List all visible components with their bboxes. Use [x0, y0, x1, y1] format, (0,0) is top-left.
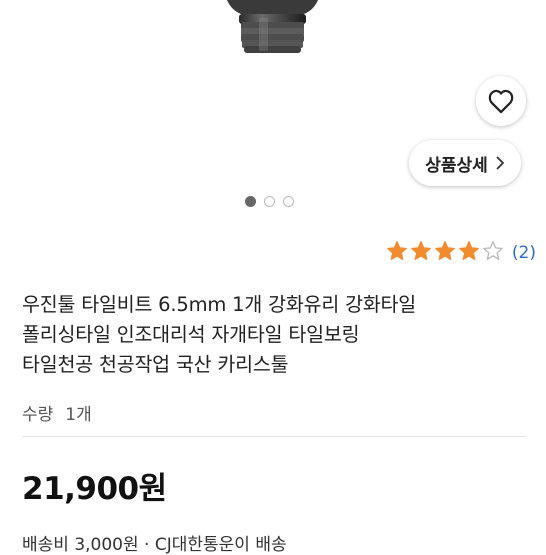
carousel-indicator	[245, 196, 294, 207]
wishlist-button[interactable]	[476, 76, 526, 126]
divider	[22, 436, 526, 437]
product-image-area[interactable]: 상품상세	[0, 0, 546, 220]
product-title-line: 우진툴 타일비트 6.5mm 1개 강화유리 강화타일	[22, 293, 417, 316]
chevron-right-icon	[496, 156, 504, 170]
product-detail-label: 상품상세	[425, 155, 488, 176]
carousel-dot[interactable]	[245, 196, 256, 207]
star-empty-icon	[482, 240, 504, 266]
shipping-info: 배송비 3,000원 · CJ대한통운이 배송	[22, 535, 287, 555]
price: 21,900원	[22, 471, 167, 507]
star-filled-icon	[458, 240, 480, 266]
tile-drill-bit-image	[227, 0, 318, 53]
quantity-label: 수량	[22, 405, 54, 425]
star-filled-icon	[410, 240, 432, 266]
review-count[interactable]: (2)	[512, 243, 536, 263]
star-filled-icon	[386, 240, 408, 266]
product-title: 우진툴 타일비트 6.5mm 1개 강화유리 강화타일 폴리싱타일 인조대리석 …	[22, 290, 522, 380]
quantity-value: 1개	[65, 405, 92, 425]
product-detail-button[interactable]: 상품상세	[409, 140, 521, 186]
product-title-line: 폴리싱타일 인조대리석 자개타일 타일보링	[22, 323, 360, 346]
quantity-info: 수량 1개	[22, 400, 92, 425]
rating-summary[interactable]: (2)	[386, 240, 536, 266]
heart-outline-icon	[488, 89, 514, 114]
star-rating	[386, 240, 504, 266]
carousel-dot[interactable]	[264, 196, 275, 207]
carousel-dot[interactable]	[283, 196, 294, 207]
product-title-line: 타일천공 천공작업 국산 카리스툴	[22, 353, 289, 376]
star-filled-icon	[434, 240, 456, 266]
